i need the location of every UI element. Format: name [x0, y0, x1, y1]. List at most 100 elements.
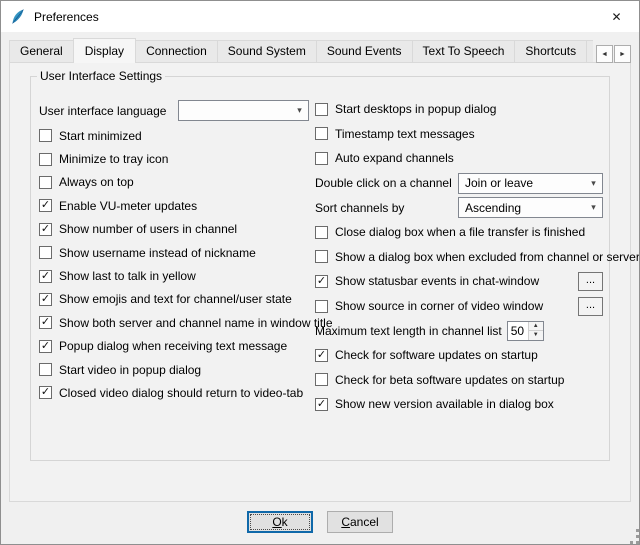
checkbox[interactable]: ✓ — [39, 199, 52, 212]
checkbox[interactable]: ✓ — [315, 398, 328, 411]
tab-scroll-left-icon[interactable]: ◄ — [596, 45, 613, 63]
field-label: Double click on a channel — [315, 176, 452, 190]
checkbox[interactable]: ✓ — [39, 223, 52, 236]
option-row: ✓Closed video dialog should return to vi… — [39, 381, 313, 404]
option-row: Double click on a channel Join or leave▾ — [315, 171, 603, 196]
checkbox[interactable]: ✓ — [315, 349, 328, 362]
checkbox[interactable]: ✓ — [39, 270, 52, 283]
checkbox-label: Timestamp text messages — [335, 127, 475, 141]
option-row: ✓Show both server and channel name in wi… — [39, 311, 313, 334]
option-row: Show username instead of nickname — [39, 241, 313, 264]
chevron-down-icon: ▾ — [291, 105, 308, 116]
resize-grip[interactable] — [630, 535, 633, 538]
tab-video[interactable]: Video — [586, 40, 593, 63]
checkbox-label: Show a dialog box when excluded from cha… — [335, 250, 640, 264]
checkbox-label: Enable VU-meter updates — [59, 199, 197, 213]
checkbox[interactable] — [315, 226, 328, 239]
cancel-button[interactable]: Cancel — [327, 511, 393, 533]
app-icon — [10, 9, 26, 25]
option-row: ✓Show statusbar events in chat-window... — [315, 269, 603, 294]
dropdown[interactable]: Ascending▾ — [458, 197, 603, 218]
option-row: Start desktops in popup dialog — [315, 97, 603, 122]
close-icon[interactable]: ✕ — [594, 1, 639, 32]
option-row: Auto expand channels — [315, 146, 603, 171]
left-column: User interface language ▾ Start minimize… — [39, 97, 313, 405]
checkbox[interactable] — [315, 250, 328, 263]
tab-text-to-speech[interactable]: Text To Speech — [412, 40, 516, 63]
spin-down-icon[interactable]: ▼ — [529, 330, 543, 340]
title-bar: Preferences ✕ — [1, 1, 639, 32]
dropdown[interactable]: Join or leave▾ — [458, 173, 603, 194]
max-text-length-spinner[interactable]: 50▲▼ — [507, 321, 544, 341]
option-row: ✓ Show new version available in dialog bo… — [315, 392, 603, 417]
spin-up-icon[interactable]: ▲ — [529, 322, 543, 331]
checkbox-label: Check for software updates on startup — [335, 348, 538, 362]
option-row: Minimize to tray icon — [39, 147, 313, 170]
chevron-down-icon: ▾ — [585, 178, 602, 189]
option-row: Show source in corner of video window... — [315, 294, 603, 319]
checkbox-label: Minimize to tray icon — [59, 152, 168, 166]
option-row: ✓ Enable VU-meter updates — [39, 194, 313, 217]
preferences-window: Preferences ✕ GeneralDisplayConnectionSo… — [0, 0, 640, 545]
language-dropdown[interactable]: ▾ — [178, 100, 309, 121]
checkbox-label: Show emojis and text for channel/user st… — [59, 292, 292, 306]
checkbox[interactable] — [315, 373, 328, 386]
option-row: Check for beta software updates on start… — [315, 368, 603, 393]
tab-shortcuts[interactable]: Shortcuts — [514, 40, 587, 63]
language-row: User interface language ▾ — [39, 97, 313, 124]
tab-general[interactable]: General — [9, 40, 74, 63]
left-checkbox-list: Start minimized Minimize to tray icon Alwa… — [39, 124, 313, 405]
spinner-arrows: ▲▼ — [528, 322, 543, 340]
more-options-button[interactable]: ... — [578, 272, 603, 291]
checkbox[interactable]: ✓ — [39, 340, 52, 353]
checkbox[interactable]: ✓ — [39, 316, 52, 329]
field-label: Sort channels by — [315, 201, 404, 215]
checkbox[interactable]: ✓ — [315, 275, 328, 288]
option-row: ✓ Popup dialog when receiving text messag… — [39, 335, 313, 358]
option-row: ✓ Show emojis and text for channel/user s… — [39, 288, 313, 311]
tab-display[interactable]: Display — [73, 38, 136, 63]
dropdown-value: Ascending — [465, 201, 521, 215]
option-row: ✓ Check for software updates on startup — [315, 343, 603, 368]
checkbox[interactable] — [39, 153, 52, 166]
checkbox[interactable] — [315, 152, 328, 165]
tab-sound-events[interactable]: Sound Events — [316, 40, 413, 63]
checkbox[interactable] — [315, 103, 328, 116]
checkbox-label: Always on top — [59, 175, 134, 189]
checkbox-label: Close dialog box when a file transfer is… — [335, 225, 585, 239]
more-options-button[interactable]: ... — [578, 297, 603, 316]
checkbox-label: Show source in corner of video window — [335, 299, 543, 313]
field-label: Maximum text length in channel list — [315, 324, 502, 338]
right-column: Start desktops in popup dialog Timestamp … — [315, 97, 603, 417]
checkbox[interactable] — [39, 246, 52, 259]
window-title: Preferences — [34, 10, 99, 24]
checkbox[interactable]: ✓ — [39, 386, 52, 399]
checkbox[interactable] — [315, 127, 328, 140]
tab-list: GeneralDisplayConnectionSound SystemSoun… — [9, 38, 593, 63]
option-row: Start minimized — [39, 124, 313, 147]
tab-sound-system[interactable]: Sound System — [217, 40, 317, 63]
checkbox-label: Popup dialog when receiving text message — [59, 339, 287, 353]
checkbox[interactable] — [39, 129, 52, 142]
checkbox-label: Check for beta software updates on start… — [335, 373, 564, 387]
user-interface-settings-group: User Interface Settings User interface l… — [30, 69, 610, 461]
option-row: Sort channels by Ascending▾ — [315, 195, 603, 220]
option-row: Show a dialog box when excluded from cha… — [315, 245, 603, 270]
ok-button[interactable]: Ok — [247, 511, 313, 533]
option-row: ✓Show number of users in channel — [39, 218, 313, 241]
checkbox[interactable] — [39, 363, 52, 376]
tab-scroll-right-icon[interactable]: ► — [614, 45, 631, 63]
spinner-value[interactable]: 50 — [508, 322, 528, 340]
checkbox-label: Show new version available in dialog box — [335, 397, 554, 411]
checkbox-label: Start video in popup dialog — [59, 363, 201, 377]
tab-connection[interactable]: Connection — [135, 40, 218, 63]
checkbox-label: Show username instead of nickname — [59, 246, 256, 260]
checkbox[interactable]: ✓ — [39, 293, 52, 306]
checkbox-label: Start minimized — [59, 129, 142, 143]
checkbox[interactable] — [39, 176, 52, 189]
checkbox-label: Auto expand channels — [335, 151, 454, 165]
option-row: ✓Show last to talk in yellow — [39, 264, 313, 287]
language-label: User interface language — [39, 104, 178, 118]
group-title: User Interface Settings — [37, 69, 165, 83]
checkbox[interactable] — [315, 300, 328, 313]
